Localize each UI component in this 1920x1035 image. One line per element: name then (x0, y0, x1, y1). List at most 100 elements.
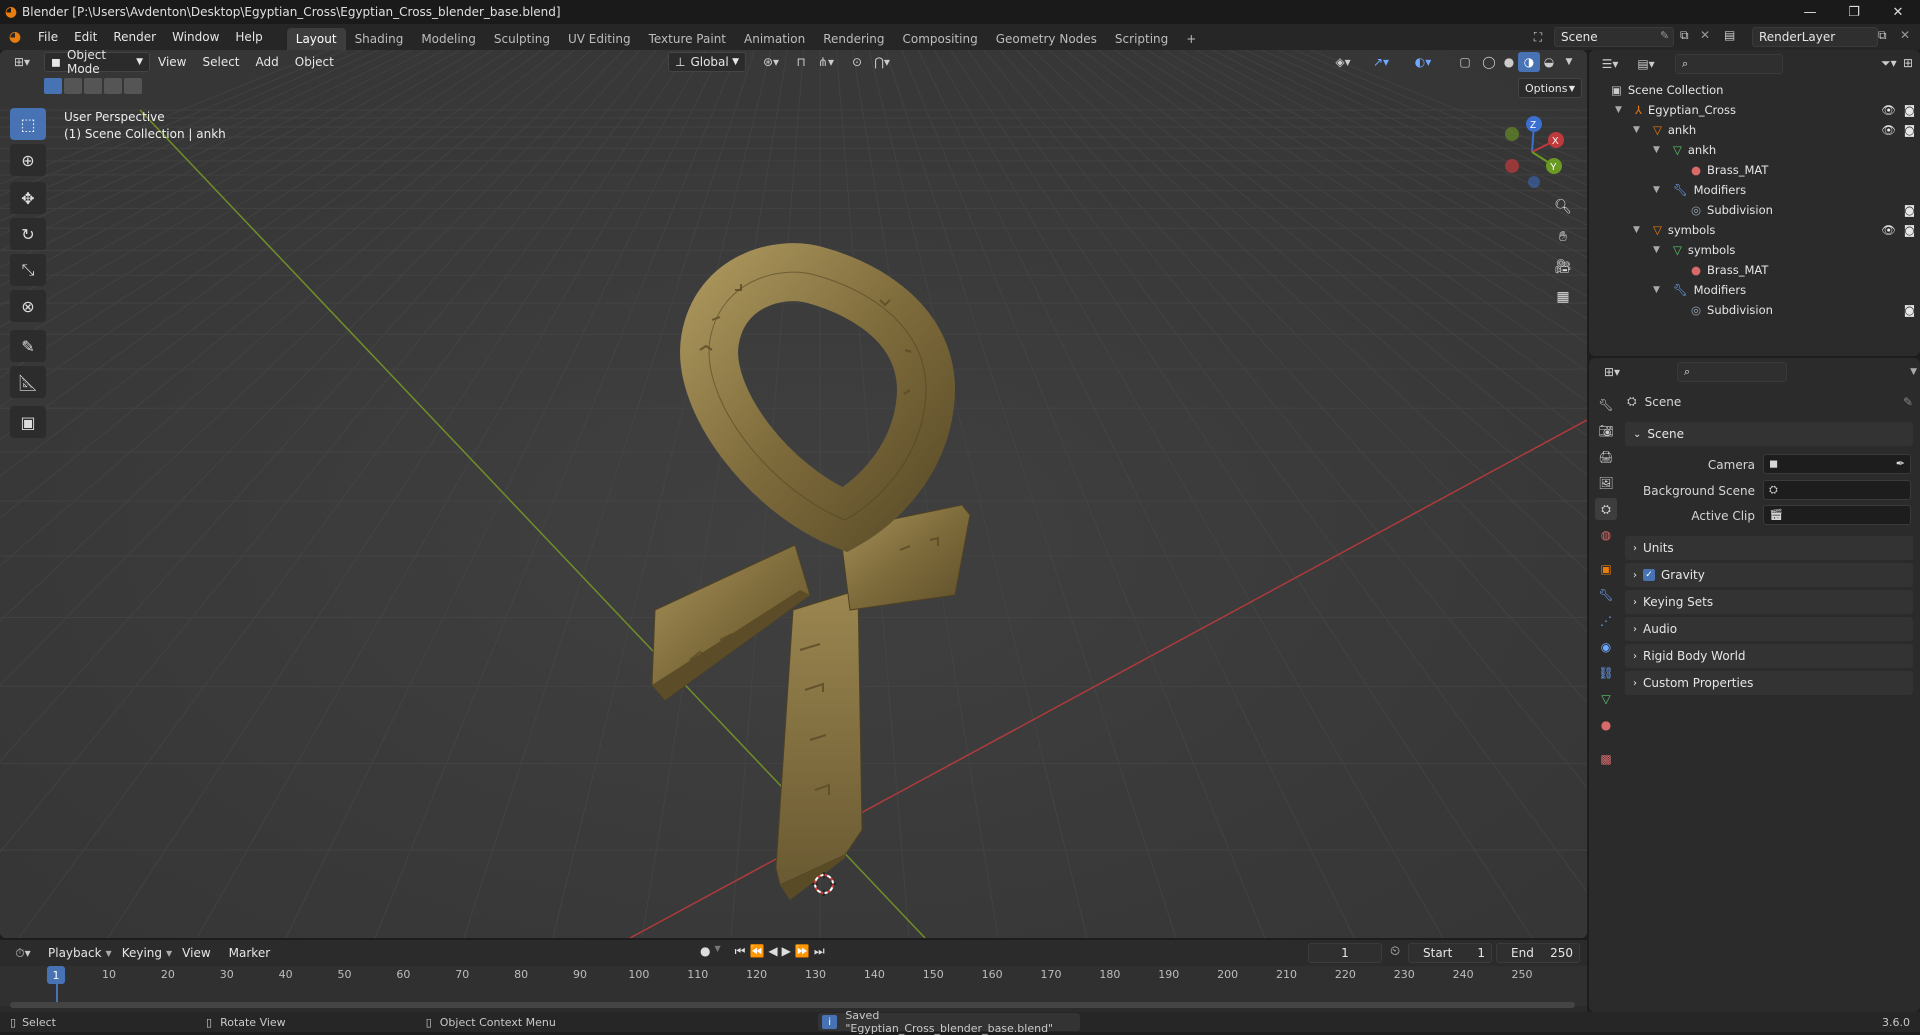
wireframe-shading-icon[interactable]: ◯ (1478, 52, 1500, 72)
jump-end-icon[interactable]: ⏭ (814, 944, 825, 959)
properties-editor-type-icon[interactable]: ⊞▾ (1597, 362, 1627, 382)
outliner-row-ankh-mesh[interactable]: ▼ ▽ ankh (1653, 140, 1716, 160)
menu-render[interactable]: Render (105, 24, 164, 50)
particles-tab-icon[interactable]: ⋰ (1595, 610, 1617, 632)
panel-units[interactable]: › Units (1625, 536, 1913, 560)
panel-audio[interactable]: › Audio (1625, 617, 1913, 641)
add-workspace-button[interactable]: + (1177, 28, 1205, 50)
record-icon[interactable]: ● (700, 944, 710, 959)
play-icon[interactable]: ▶ (782, 944, 791, 959)
outliner-row-ankh-subdivision[interactable]: ◎ Subdivision ◙ (1691, 200, 1915, 220)
camera-icon[interactable]: ◙ (1904, 123, 1915, 137)
chevron-down-icon[interactable]: ▼ (1910, 367, 1917, 377)
expand-arrow-icon[interactable]: ▼ (1615, 105, 1629, 115)
pin-icon[interactable]: ✎ (1660, 29, 1669, 42)
delete-scene-icon[interactable]: ✕ (1700, 28, 1710, 42)
menu-window[interactable]: Window (164, 24, 227, 50)
panel-scene[interactable]: ⌄ Scene (1625, 422, 1913, 446)
snap-target-icon[interactable]: ⋔▾ (812, 52, 840, 72)
scene-icon[interactable]: ⛶ (1524, 27, 1552, 47)
annotate-tool[interactable]: ✎ (10, 330, 46, 362)
timeline-ruler[interactable]: 1102030405060708090100110120130140150160… (0, 966, 1587, 1006)
expand-arrow-icon[interactable]: ▼ (1633, 225, 1647, 235)
view-layer-tab-icon[interactable]: 🖼︎ (1595, 472, 1617, 494)
tab-layout[interactable]: Layout (286, 28, 346, 50)
object-tab-icon[interactable]: ▣ (1595, 558, 1617, 580)
outliner-row-symbols-mesh[interactable]: ▼ ▽ symbols (1653, 240, 1735, 260)
select-box-tool[interactable]: ⬚ (10, 108, 46, 140)
panel-gravity[interactable]: › ✓ Gravity (1625, 563, 1913, 587)
modifiers-tab-icon[interactable]: 🔧︎ (1595, 584, 1617, 606)
menu-playback[interactable]: Playback (40, 946, 110, 960)
rotate-tool[interactable]: ↻ (10, 218, 46, 250)
outliner-row-symbols-subdivision[interactable]: ◎ Subdivision ◙ (1691, 300, 1915, 320)
transform-tool[interactable]: ⊗ (10, 290, 46, 322)
material-tab-icon[interactable]: ● (1595, 714, 1617, 736)
cursor-tool[interactable]: ⊕ (10, 144, 46, 176)
tab-texture-paint[interactable]: Texture Paint (640, 28, 735, 50)
panel-keying-sets[interactable]: › Keying Sets (1625, 590, 1913, 614)
jump-start-icon[interactable]: ⏮ (735, 944, 746, 959)
delete-view-layer-icon[interactable]: ✕ (1900, 28, 1910, 42)
rendered-shading-icon[interactable]: ◒ (1538, 52, 1560, 72)
tab-rendering[interactable]: Rendering (814, 28, 893, 50)
camera-icon[interactable]: ◙ (1904, 223, 1915, 237)
outliner-search-input[interactable]: ⌕ (1675, 54, 1783, 74)
tab-geometry-nodes[interactable]: Geometry Nodes (987, 28, 1106, 50)
start-frame-field[interactable]: Start 1 (1408, 943, 1492, 963)
current-frame-field[interactable]: 1 (1308, 943, 1382, 963)
scale-tool[interactable]: ⤡ (10, 254, 46, 286)
camera-icon[interactable]: ◙ (1904, 203, 1915, 217)
new-view-layer-icon[interactable]: ⧉ (1878, 28, 1887, 43)
background-scene-field[interactable]: ⛭ (1763, 480, 1911, 500)
material-preview-icon[interactable]: ◑ (1518, 52, 1540, 72)
filter-icon[interactable]: ⏷▾ (1881, 56, 1897, 71)
navigation-gizmo[interactable]: Z X Y (1494, 112, 1570, 188)
expand-arrow-icon[interactable]: ▼ (1653, 185, 1667, 195)
minimize-button[interactable]: — (1788, 0, 1832, 24)
camera-icon[interactable]: ◙ (1904, 303, 1915, 317)
tab-animation[interactable]: Animation (735, 28, 814, 50)
outliner-row-ankh-material[interactable]: ● Brass_MAT (1691, 160, 1768, 180)
editor-type-icon[interactable]: ⊞▾ (6, 52, 38, 72)
camera-field[interactable]: ◼ ✒ (1763, 454, 1911, 474)
tab-shading[interactable]: Shading (346, 28, 413, 50)
outliner-row-egyptian-cross[interactable]: ▼ ⅄ Egyptian_Cross 👁︎ ◙ (1615, 100, 1915, 120)
eyedropper-icon[interactable]: ✒ (1896, 457, 1905, 470)
camera-view-icon[interactable]: 🎥︎ (1550, 254, 1576, 280)
data-tab-icon[interactable]: ▽ (1595, 688, 1617, 710)
view-layer-icon[interactable]: ▤ (1724, 28, 1735, 42)
expand-arrow-icon[interactable]: ▼ (1653, 245, 1667, 255)
expand-arrow-icon[interactable]: ▼ (1633, 125, 1647, 135)
gravity-checkbox[interactable]: ✓ (1643, 569, 1655, 581)
overlay-toggle-icon[interactable]: ◐▾ (1406, 52, 1440, 72)
end-frame-field[interactable]: End 250 (1496, 943, 1580, 963)
measure-tool[interactable]: 📐︎ (10, 366, 46, 398)
select-extend-icon[interactable] (64, 78, 82, 94)
camera-icon[interactable]: ◙ (1904, 103, 1915, 117)
menu-object[interactable]: Object (287, 55, 342, 69)
menu-view[interactable]: View (150, 55, 194, 69)
outliner-row-ankh-object[interactable]: ▼ ▽ ankh 👁︎ ◙ (1633, 120, 1915, 140)
view-layer-selector[interactable]: RenderLayer (1752, 27, 1878, 47)
pan-hand-icon[interactable]: ✋︎ (1550, 224, 1576, 250)
gizmo-toggle-icon[interactable]: ↗▾ (1364, 52, 1398, 72)
falloff-icon[interactable]: ⋂▾ (868, 52, 896, 72)
menu-file[interactable]: File (30, 24, 66, 50)
xray-icon[interactable]: ▢ (1454, 52, 1476, 72)
texture-tab-icon[interactable]: ▩ (1595, 748, 1617, 770)
timeline-editor[interactable]: ⏱▾ Playback ▼ Keying ▼ View Marker ● ▼ ⏮ … (0, 940, 1587, 1016)
3d-viewport[interactable]: ⊞▾ ◼ Object Mode ▼ View Select Add Objec… (0, 50, 1587, 938)
new-scene-icon[interactable]: ⧉ (1680, 28, 1689, 43)
menu-marker[interactable]: Marker (221, 946, 278, 960)
eye-icon[interactable]: 👁︎ (1881, 223, 1896, 237)
properties-search-input[interactable]: ⌕ (1677, 362, 1787, 382)
tab-compositing[interactable]: Compositing (893, 28, 986, 50)
snap-icon[interactable]: ⊓ (790, 52, 812, 72)
select-subtract-icon[interactable] (84, 78, 102, 94)
timeline-editor-type-icon[interactable]: ⏱▾ (8, 943, 38, 963)
tab-uv-editing[interactable]: UV Editing (559, 28, 640, 50)
outliner-editor[interactable]: ☰▾ ▤▾ ⌕ ⏷▾ ⊞ ▣ Scene Collection ▼ ⅄ Egyp… (1589, 50, 1920, 356)
visibility-icon[interactable]: ◈▾ (1328, 52, 1358, 72)
outliner-row-symbols-object[interactable]: ▼ ▽ symbols 👁︎ ◙ (1633, 220, 1915, 240)
